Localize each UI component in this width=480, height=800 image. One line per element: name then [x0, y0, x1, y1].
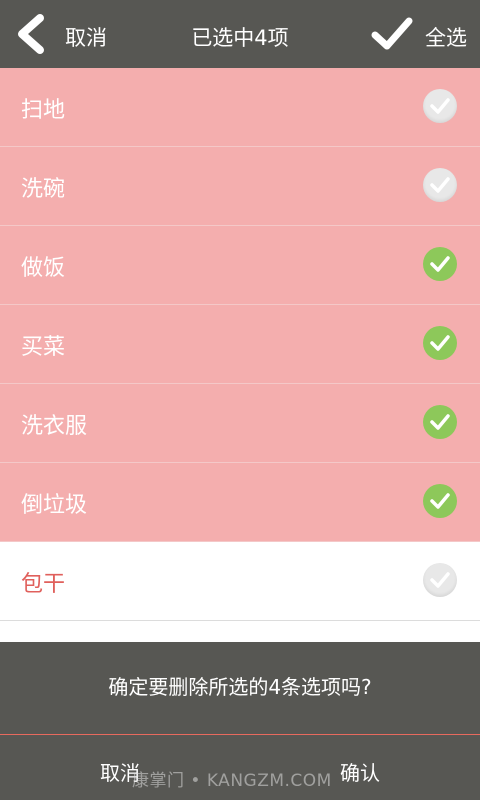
- checkmark-icon: [371, 17, 413, 50]
- list-item-label: 做饭: [21, 256, 66, 281]
- select-all-label: 全选: [425, 26, 467, 50]
- dialog-confirm-button[interactable]: 确认: [340, 757, 380, 786]
- list-item-label: 倒垃圾: [21, 493, 88, 518]
- chore-list: 扫地 洗碗 做饭 买菜 洗衣服 倒垃圾 包干: [0, 68, 480, 621]
- back-arrow-icon: [18, 14, 44, 54]
- check-circle-icon[interactable]: [423, 247, 457, 281]
- selection-count-title: 已选中4项: [191, 26, 289, 50]
- list-item-label: 洗碗: [21, 177, 66, 202]
- list-item-label: 扫地: [21, 98, 66, 123]
- top-action-bar: 取消 已选中4项 全选: [0, 0, 480, 68]
- cancel-label: 取消: [65, 26, 107, 50]
- check-circle-icon[interactable]: [423, 168, 457, 202]
- cancel-button[interactable]: 取消: [0, 0, 120, 68]
- list-item[interactable]: 倒垃圾: [0, 463, 480, 542]
- list-item[interactable]: 买菜: [0, 305, 480, 384]
- check-circle-icon[interactable]: [423, 326, 457, 360]
- watermark: 康掌门 • KANGZM.COM: [132, 771, 332, 791]
- check-circle-icon[interactable]: [423, 484, 457, 518]
- list-item[interactable]: 包干: [0, 542, 480, 621]
- list-item[interactable]: 做饭: [0, 226, 480, 305]
- list-item-label: 买菜: [21, 335, 66, 360]
- list-item-label: 包干: [21, 572, 66, 597]
- confirm-message: 确定要删除所选的4条选项吗?: [108, 675, 372, 699]
- list-item[interactable]: 扫地: [0, 68, 480, 147]
- check-circle-icon[interactable]: [423, 405, 457, 439]
- list-item[interactable]: 洗衣服: [0, 384, 480, 463]
- list-item-label: 洗衣服: [21, 414, 88, 439]
- check-circle-icon[interactable]: [423, 563, 457, 597]
- dialog-divider: [0, 734, 480, 735]
- list-item[interactable]: 洗碗: [0, 147, 480, 226]
- select-all-button[interactable]: 全选: [360, 0, 480, 68]
- check-circle-icon[interactable]: [423, 89, 457, 123]
